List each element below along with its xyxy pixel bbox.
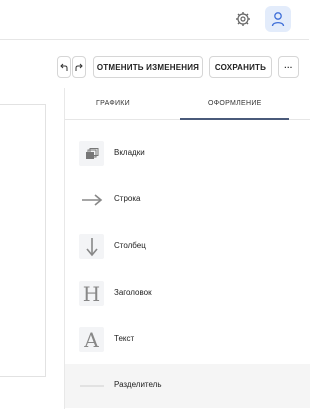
element-item-label: Вкладки: [114, 148, 145, 157]
save-button[interactable]: СОХРАНИТЬ: [209, 56, 272, 78]
tab-design[interactable]: ОФОРМЛЕНИЕ: [208, 100, 262, 107]
element-item-divider[interactable]: Разделитель: [65, 364, 310, 408]
design-panel: ГРАФИКИ ОФОРМЛЕНИЕ Вкладки Строка Столбе…: [64, 88, 310, 409]
editor-toolbar: ОТМЕНИТЬ ИЗМЕНЕНИЯ СОХРАНИТЬ ···: [0, 40, 309, 88]
undo-icon: [60, 63, 68, 71]
tabs-icon: [79, 141, 104, 166]
element-item-column[interactable]: Столбец: [65, 225, 310, 269]
panel-tabs: ГРАФИКИ ОФОРМЛЕНИЕ: [65, 88, 310, 120]
more-options-button[interactable]: ···: [278, 56, 299, 78]
tab-graphs[interactable]: ГРАФИКИ: [96, 100, 130, 107]
arrow-down-icon: [79, 234, 104, 259]
user-icon: [271, 12, 285, 27]
element-item-label: Заголовок: [114, 288, 152, 297]
element-item-heading[interactable]: H Заголовок: [65, 272, 310, 316]
canvas-card[interactable]: [0, 104, 46, 377]
more-icon: ···: [284, 62, 293, 72]
settings-gear-icon[interactable]: [235, 11, 251, 27]
heading-icon: H: [79, 281, 104, 306]
undo-button[interactable]: [57, 56, 71, 78]
top-bar: [0, 0, 309, 40]
user-avatar-button[interactable]: [265, 6, 291, 32]
element-item-label: Текст: [114, 334, 135, 343]
element-item-row[interactable]: Строка: [65, 178, 310, 222]
arrow-right-icon: [79, 187, 104, 212]
element-item-label: Разделитель: [114, 380, 162, 389]
text-icon: A: [79, 327, 104, 352]
redo-icon: [75, 63, 83, 71]
redo-button[interactable]: [72, 56, 86, 78]
revert-changes-button[interactable]: ОТМЕНИТЬ ИЗМЕНЕНИЯ: [93, 56, 203, 78]
element-item-label: Строка: [114, 194, 141, 203]
element-item-text[interactable]: A Текст: [65, 318, 310, 362]
element-item-label: Столбец: [114, 241, 146, 250]
divider-icon: [79, 373, 104, 398]
dashboard-canvas: [0, 88, 64, 409]
active-tab-indicator: [180, 118, 289, 120]
element-item-tabs[interactable]: Вкладки: [65, 132, 310, 176]
